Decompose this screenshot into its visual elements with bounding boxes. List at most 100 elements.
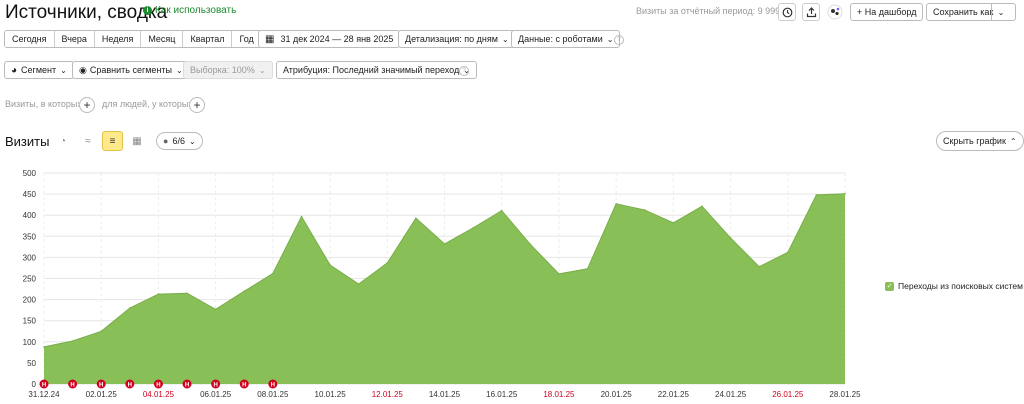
- tab-month[interactable]: Месяц: [141, 31, 184, 47]
- compare-icon: ◉: [79, 64, 87, 75]
- y-tick-label: 200: [23, 296, 37, 305]
- holiday-marker-letter: Н: [185, 383, 189, 389]
- help-icon[interactable]: ?: [459, 66, 469, 76]
- data-point: [100, 330, 102, 333]
- chevron-down-icon: ⌄: [258, 65, 266, 75]
- tab-year[interactable]: Год: [232, 31, 261, 47]
- period-tabs: Сегодня Вчера Неделя Месяц Квартал Год: [4, 30, 262, 48]
- data-point: [844, 192, 846, 195]
- clock-icon: [782, 7, 792, 17]
- holiday-marker-letter: Н: [99, 383, 103, 389]
- data-point: [529, 243, 532, 246]
- comment-icon: ●: [163, 136, 169, 146]
- date-range-label: 31 дек 2024 — 28 янв 2025: [280, 34, 394, 44]
- data-label: Данные: с роботами: [518, 34, 603, 44]
- attribution-label: Атрибуция: Последний значимый переход: [283, 65, 460, 75]
- x-tick-label: 10.01.25: [315, 390, 347, 399]
- y-tick-label: 250: [23, 275, 37, 284]
- data-point: [758, 265, 760, 268]
- chevron-down-icon: ⌄: [188, 136, 196, 146]
- help-icon[interactable]: ?: [614, 35, 624, 45]
- x-tick-label: 28.01.25: [829, 390, 861, 399]
- x-tick-label: 12.01.25: [372, 390, 404, 399]
- y-tick-label: 100: [23, 338, 37, 347]
- hide-chart-label: Скрыть график: [943, 136, 1006, 146]
- visits-period-counter: Визиты за отчётный период: 9 999: [636, 6, 781, 16]
- x-tick-label: 02.01.25: [86, 390, 118, 399]
- y-tick-label: 150: [23, 317, 37, 326]
- y-tick-label: 300: [23, 253, 37, 262]
- data-point: [558, 273, 560, 275]
- data-point: [214, 308, 217, 311]
- data-point: [186, 292, 188, 295]
- data-point: [787, 251, 789, 254]
- detail-select[interactable]: Детализация: по дням ⌄: [398, 30, 516, 48]
- hide-chart-button[interactable]: Скрыть график ⌃: [936, 131, 1024, 151]
- data-select[interactable]: Данные: с роботами ⌄: [511, 30, 621, 48]
- holiday-marker-letter: Н: [156, 383, 160, 389]
- x-tick-label: 16.01.25: [486, 390, 518, 399]
- add-visits-filter-button[interactable]: +: [79, 97, 95, 113]
- add-to-dashboard-button[interactable]: + На дашборд: [850, 3, 924, 21]
- chart-legend[interactable]: ✓ Переходы из поисковых систем: [885, 281, 1023, 291]
- data-point: [586, 268, 589, 270]
- data-point: [386, 262, 389, 264]
- ai-assistant-button[interactable]: [826, 3, 844, 21]
- table-chart-icon[interactable]: ▦: [128, 132, 146, 150]
- x-tick-label: 04.01.25: [143, 390, 175, 399]
- data-point: [500, 209, 503, 212]
- sample-label: Выборка: 100%: [190, 65, 255, 75]
- sample-select[interactable]: Выборка: 100% ⌄: [183, 61, 273, 79]
- y-tick-label: 0: [32, 380, 37, 389]
- chevron-down-icon: ⌄: [60, 65, 67, 75]
- series-selector[interactable]: ● 6/6 ⌄: [156, 132, 203, 150]
- pie-chart-icon[interactable]: ◔: [54, 132, 72, 150]
- history-button[interactable]: [778, 3, 796, 21]
- save-as-dropdown-toggle[interactable]: ⌄: [991, 3, 1010, 21]
- tab-yesterday[interactable]: Вчера: [54, 31, 95, 47]
- compare-segments-button[interactable]: ◉ Сравнить сегменты ⌄: [72, 61, 190, 79]
- x-tick-label: 14.01.25: [429, 390, 461, 399]
- data-point: [729, 237, 732, 239]
- data-point: [243, 290, 246, 292]
- data-point: [415, 217, 417, 219]
- x-tick-label: 24.01.25: [715, 390, 747, 399]
- compare-label: Сравнить сегменты: [89, 65, 173, 75]
- x-tick-label: 06.01.25: [200, 390, 232, 399]
- info-icon: i: [143, 6, 152, 15]
- data-point: [443, 243, 446, 245]
- x-tick-label: 20.01.25: [601, 390, 633, 399]
- tab-quarter[interactable]: Квартал: [183, 31, 233, 47]
- chevron-down-icon: ⌄: [997, 7, 1005, 17]
- y-tick-label: 450: [23, 190, 37, 199]
- data-point: [157, 293, 160, 295]
- tab-today[interactable]: Сегодня: [5, 31, 55, 47]
- tab-week[interactable]: Неделя: [94, 31, 142, 47]
- x-tick-label: 26.01.25: [772, 390, 804, 399]
- area-chart-icon[interactable]: ≡: [102, 131, 123, 151]
- data-point: [701, 205, 703, 208]
- visits-area-chart: 050100150200250300350400450500Н Н Н Н Н Н Н Н Н3…: [23, 169, 861, 399]
- x-tick-label: 31.12.24: [28, 390, 60, 399]
- x-tick-label: 18.01.25: [543, 390, 575, 399]
- chart-title: Визиты: [5, 134, 50, 149]
- how-to-use-link[interactable]: i Как использовать: [143, 5, 236, 16]
- export-button[interactable]: [802, 3, 820, 21]
- data-point: [71, 340, 74, 342]
- segment-button[interactable]: ◕ Сегмент ⌄: [4, 61, 74, 79]
- add-people-filter-button[interactable]: +: [189, 97, 205, 113]
- detail-label: Детализация: по дням: [405, 34, 498, 44]
- upload-icon: [806, 6, 816, 17]
- holiday-marker-letter: Н: [70, 383, 74, 389]
- legend-label: Переходы из поисковых систем: [898, 281, 1023, 291]
- x-tick-label: 08.01.25: [257, 390, 289, 399]
- holiday-marker-letter: Н: [242, 383, 246, 389]
- data-point: [644, 209, 646, 211]
- line-chart-icon[interactable]: ≈: [79, 132, 97, 150]
- date-range-picker[interactable]: ▦ 31 дек 2024 — 28 янв 2025: [258, 30, 401, 48]
- save-as-label: Сохранить как: [933, 7, 994, 17]
- how-to-use-label: Как использовать: [155, 5, 237, 16]
- data-point: [815, 194, 818, 196]
- visits-filter-label: Визиты, в которых: [5, 99, 82, 109]
- attribution-select[interactable]: Атрибуция: Последний значимый переход ⌄: [276, 61, 477, 79]
